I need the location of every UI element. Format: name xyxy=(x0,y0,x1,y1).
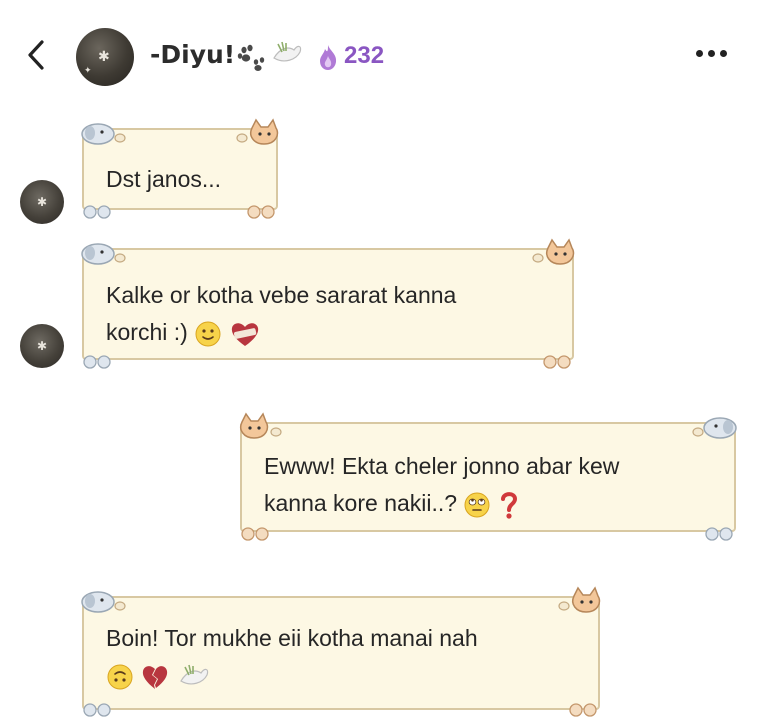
kitten-sticker-icon xyxy=(236,118,279,145)
flame-icon xyxy=(320,45,337,70)
dove-icon xyxy=(179,664,208,685)
paw-print-icon xyxy=(705,527,733,541)
contact-name[interactable]: -Diyu! xyxy=(150,40,235,69)
message-text: korchi :) xyxy=(106,319,188,345)
paw-print-icon xyxy=(83,703,111,717)
back-button[interactable] xyxy=(22,38,52,72)
message-bubble[interactable]: Dst janos... xyxy=(76,114,284,222)
slight-smile-emoji-icon xyxy=(195,321,221,347)
sender-avatar[interactable]: ✱ xyxy=(20,324,64,368)
puppy-sticker-icon xyxy=(81,123,126,145)
message-text: Kalke or kotha vebe sararat kanna xyxy=(106,282,457,308)
message-text: Boin! Tor mukhe eii kotha manai nah xyxy=(106,625,478,651)
heart-bandage-emoji-icon xyxy=(231,323,258,346)
message-text: Ewww! Ekta cheler jonno abar kew xyxy=(264,453,620,479)
dove-icon xyxy=(273,41,302,62)
message-bubble[interactable]: Kalke or kotha vebe sararat kanna korchi… xyxy=(76,234,580,372)
reputation-count: 232 xyxy=(344,42,385,69)
puppy-sticker-icon xyxy=(81,591,126,613)
paw-print-icon xyxy=(241,527,269,541)
kitten-sticker-icon xyxy=(240,412,282,439)
chat-header: ✱ ✦ -Diyu! 232 xyxy=(0,0,760,115)
paw-icon xyxy=(237,44,265,71)
message-text: Dst janos... xyxy=(106,166,222,192)
kitten-sticker-icon xyxy=(532,238,575,265)
paw-print-icon xyxy=(247,205,275,219)
more-options-button[interactable] xyxy=(690,44,734,64)
message-text: kanna kore nakii..? xyxy=(264,490,458,516)
paw-print-icon xyxy=(569,703,597,717)
contact-avatar[interactable]: ✱ ✦ xyxy=(76,28,134,86)
paw-print-icon xyxy=(83,355,111,369)
upside-down-emoji-icon xyxy=(107,664,133,690)
paw-print-icon xyxy=(543,355,571,369)
puppy-sticker-icon xyxy=(81,243,126,265)
eye-roll-emoji-icon xyxy=(464,492,490,518)
kitten-sticker-icon xyxy=(558,586,601,613)
question-mark-icon xyxy=(500,492,517,519)
broken-heart-emoji-icon xyxy=(143,666,168,689)
puppy-sticker-icon xyxy=(692,417,737,439)
message-bubble-own[interactable]: Ewww! Ekta cheler jonno abar kew kanna k… xyxy=(234,408,742,544)
message-bubble[interactable]: Boin! Tor mukhe eii kotha manai nah xyxy=(76,582,606,720)
back-chevron-icon xyxy=(28,40,44,70)
paw-print-icon xyxy=(83,205,111,219)
sender-avatar[interactable]: ✱ xyxy=(20,180,64,224)
